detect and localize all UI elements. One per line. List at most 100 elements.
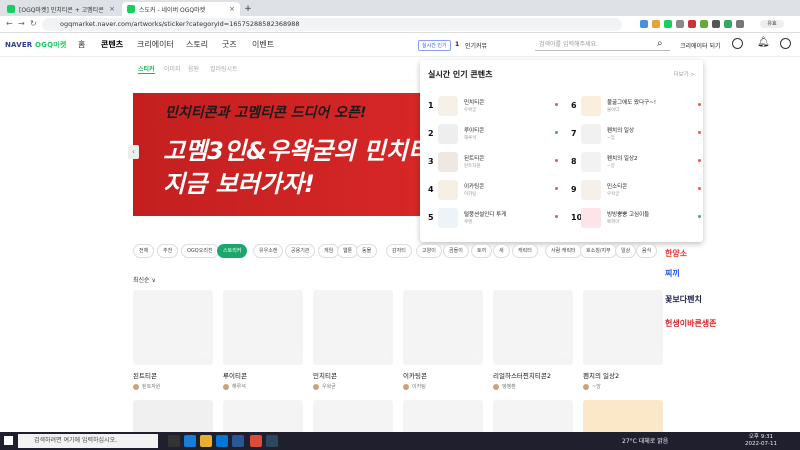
- extension-icon[interactable]: [676, 20, 684, 28]
- nav-goods[interactable]: 굿즈: [222, 39, 237, 50]
- popular-rank-item[interactable]: 3 된트티콘 된트자원: [428, 151, 558, 173]
- extension-icon[interactable]: [664, 20, 672, 28]
- heart-icon[interactable]: ♡: [561, 351, 569, 361]
- sticker-thumb[interactable]: ♡: [493, 290, 573, 365]
- popular-rank-item[interactable]: 4 이카팅콘 이카팅: [428, 179, 558, 201]
- store-icon[interactable]: [216, 435, 228, 447]
- heart-icon[interactable]: ♡: [381, 351, 389, 361]
- popular-rank-item[interactable]: 6 불굴그에도 왔다구~! 불이다: [571, 95, 701, 117]
- category-chip[interactable]: 호소칭/지부: [580, 244, 617, 258]
- sticker-title[interactable]: 민치티콘: [313, 370, 393, 380]
- sticker-card[interactable]: ♡ 리얼하스터찐치티콘2 엥엥환: [493, 290, 573, 390]
- sticker-author[interactable]: 해루석: [223, 383, 303, 390]
- nav-story[interactable]: 스토리: [186, 39, 208, 50]
- sticker-thumb[interactable]: [313, 400, 393, 434]
- category-chip[interactable]: 새: [493, 244, 510, 258]
- nav-creator[interactable]: 크리에이터: [137, 39, 174, 50]
- nav-event[interactable]: 이벤트: [252, 39, 274, 50]
- close-icon[interactable]: ×: [229, 5, 235, 13]
- sticker-thumb[interactable]: ♡: [133, 290, 213, 365]
- category-chip[interactable]: 공용기관: [285, 244, 316, 258]
- taskbar-search-input[interactable]: 검색하려면 여기에 입력하십시오.: [18, 434, 158, 448]
- forward-icon[interactable]: →: [18, 19, 25, 28]
- profile-icon[interactable]: [780, 38, 791, 49]
- sticker-card[interactable]: ♡ 이카팅콘 이카팅: [403, 290, 483, 390]
- sticker-author[interactable]: 우왁굳: [313, 383, 393, 390]
- sticker-thumb[interactable]: [133, 400, 213, 434]
- weather-widget[interactable]: 27°C 대체로 맑음: [622, 436, 668, 445]
- category-chip[interactable]: 전체: [133, 244, 155, 258]
- extension-icon[interactable]: [724, 20, 732, 28]
- extension-icon[interactable]: [712, 20, 720, 28]
- taskbar-clock[interactable]: 오후 9:31 2022-07-11: [745, 434, 777, 448]
- sticker-title[interactable]: 펜치의 일상2: [583, 370, 663, 380]
- close-icon[interactable]: ×: [109, 5, 115, 13]
- category-chip[interactable]: 토끼: [471, 244, 493, 258]
- sticker-thumb[interactable]: [403, 400, 483, 434]
- sticker-card[interactable]: ♡ 루이티콘해루석: [223, 290, 303, 390]
- sticker-card[interactable]: ♡ 민치티콘우왁굳: [313, 290, 393, 390]
- chat-icon[interactable]: [732, 38, 743, 49]
- reload-icon[interactable]: ↻: [30, 19, 37, 28]
- popular-rank-item[interactable]: 9 민소티콘 우왁굳: [571, 179, 701, 201]
- heart-icon[interactable]: ♡: [471, 351, 479, 361]
- category-chip[interactable]: 유우소캔: [253, 244, 284, 258]
- extension-icon[interactable]: [652, 20, 660, 28]
- url-field[interactable]: ogqmarket.naver.com/artworks/sticker?cat…: [42, 18, 622, 31]
- subnav-sticker[interactable]: 스티커: [138, 64, 155, 74]
- popular-rank-item[interactable]: 1 민치티콘 우왁굳: [428, 95, 558, 117]
- nav-contents[interactable]: 콘텐츠: [101, 39, 123, 50]
- puzzle-icon[interactable]: [736, 20, 744, 28]
- sticker-thumb[interactable]: ♡: [313, 290, 393, 365]
- category-chip[interactable]: 캐릭터: [512, 244, 538, 258]
- new-tab-button[interactable]: +: [242, 2, 254, 16]
- browser-tab[interactable]: [OGQ마켓] 민치티콘 + 고멤티콘 ×: [2, 2, 120, 16]
- subnav-image[interactable]: 이미지: [164, 64, 181, 73]
- popular-rank-item[interactable]: 2 루이티콘 해루석: [428, 123, 558, 145]
- sticker-thumb[interactable]: ♡: [403, 290, 483, 365]
- banner-prev-button[interactable]: ‹: [128, 145, 139, 159]
- windows-start-icon[interactable]: [4, 436, 13, 445]
- sticker-card[interactable]: ♡ 펜치의 일상2 ~앙: [583, 290, 663, 390]
- category-chip[interactable]: 음식: [636, 244, 658, 258]
- task-view-icon[interactable]: [168, 435, 180, 447]
- heart-icon[interactable]: ♡: [651, 351, 659, 361]
- extension-icon[interactable]: [640, 20, 648, 28]
- sticker-author[interactable]: ~앙: [583, 383, 663, 390]
- popular-rank-item[interactable]: 8 펜치의 일상2 ~앙: [571, 151, 701, 173]
- promo-banner[interactable]: 민치티콘과 고멤티콘 드디어 오픈! 고멤3인&우왁굳의 민치티 지금 보러가자…: [133, 93, 430, 216]
- back-icon[interactable]: ←: [6, 19, 13, 28]
- category-chip[interactable]: 동물: [356, 244, 378, 258]
- sticker-title[interactable]: 루이티콘: [223, 370, 303, 380]
- folder-icon[interactable]: [200, 435, 212, 447]
- edge-icon[interactable]: [184, 435, 196, 447]
- search-icon[interactable]: ⌕: [657, 38, 663, 49]
- sticker-author[interactable]: 엥엥환: [493, 383, 573, 390]
- bell-icon[interactable]: 🔔︎: [757, 37, 770, 48]
- browser-tab-active[interactable]: 스도커 - 네이버 OGQ마켓 ×: [122, 2, 240, 16]
- sticker-title[interactable]: 이카팅콘: [403, 370, 483, 380]
- category-chip[interactable]: OGQ오리진: [181, 244, 219, 258]
- sticker-thumb[interactable]: [223, 400, 303, 434]
- category-chip[interactable]: 일상: [615, 244, 637, 258]
- subnav-coloring[interactable]: 컬러링시트: [210, 64, 238, 73]
- sticker-thumb[interactable]: [493, 400, 573, 434]
- heart-icon[interactable]: ♡: [291, 351, 299, 361]
- sort-dropdown[interactable]: 최신순 ∨: [133, 275, 156, 284]
- category-chip[interactable]: 곰돌이: [443, 244, 469, 258]
- vscode-icon[interactable]: [232, 435, 244, 447]
- profile-button[interactable]: 유효: [760, 20, 784, 28]
- extension-icon[interactable]: [700, 20, 708, 28]
- popular-rank-item[interactable]: 5 털뭉션설인디 투게 쿠앤: [428, 207, 558, 229]
- category-chip[interactable]: 스토리커: [217, 244, 248, 258]
- subnav-audio[interactable]: 음원: [188, 64, 199, 73]
- live-rank-item[interactable]: 인기커뮤: [465, 41, 487, 50]
- category-chip[interactable]: 감자티: [386, 244, 412, 258]
- category-chip[interactable]: 추천: [157, 244, 179, 258]
- steam-icon[interactable]: [266, 435, 278, 447]
- category-chip[interactable]: 사람 캐릭터: [545, 244, 582, 258]
- more-link[interactable]: 더보기 >: [673, 70, 695, 78]
- ogq-logo[interactable]: NAVER OGQ마켓: [5, 40, 67, 50]
- sticker-title[interactable]: 된트티콘: [133, 370, 213, 380]
- sticker-card[interactable]: ♡ 된트티콘 된트자원: [133, 290, 213, 390]
